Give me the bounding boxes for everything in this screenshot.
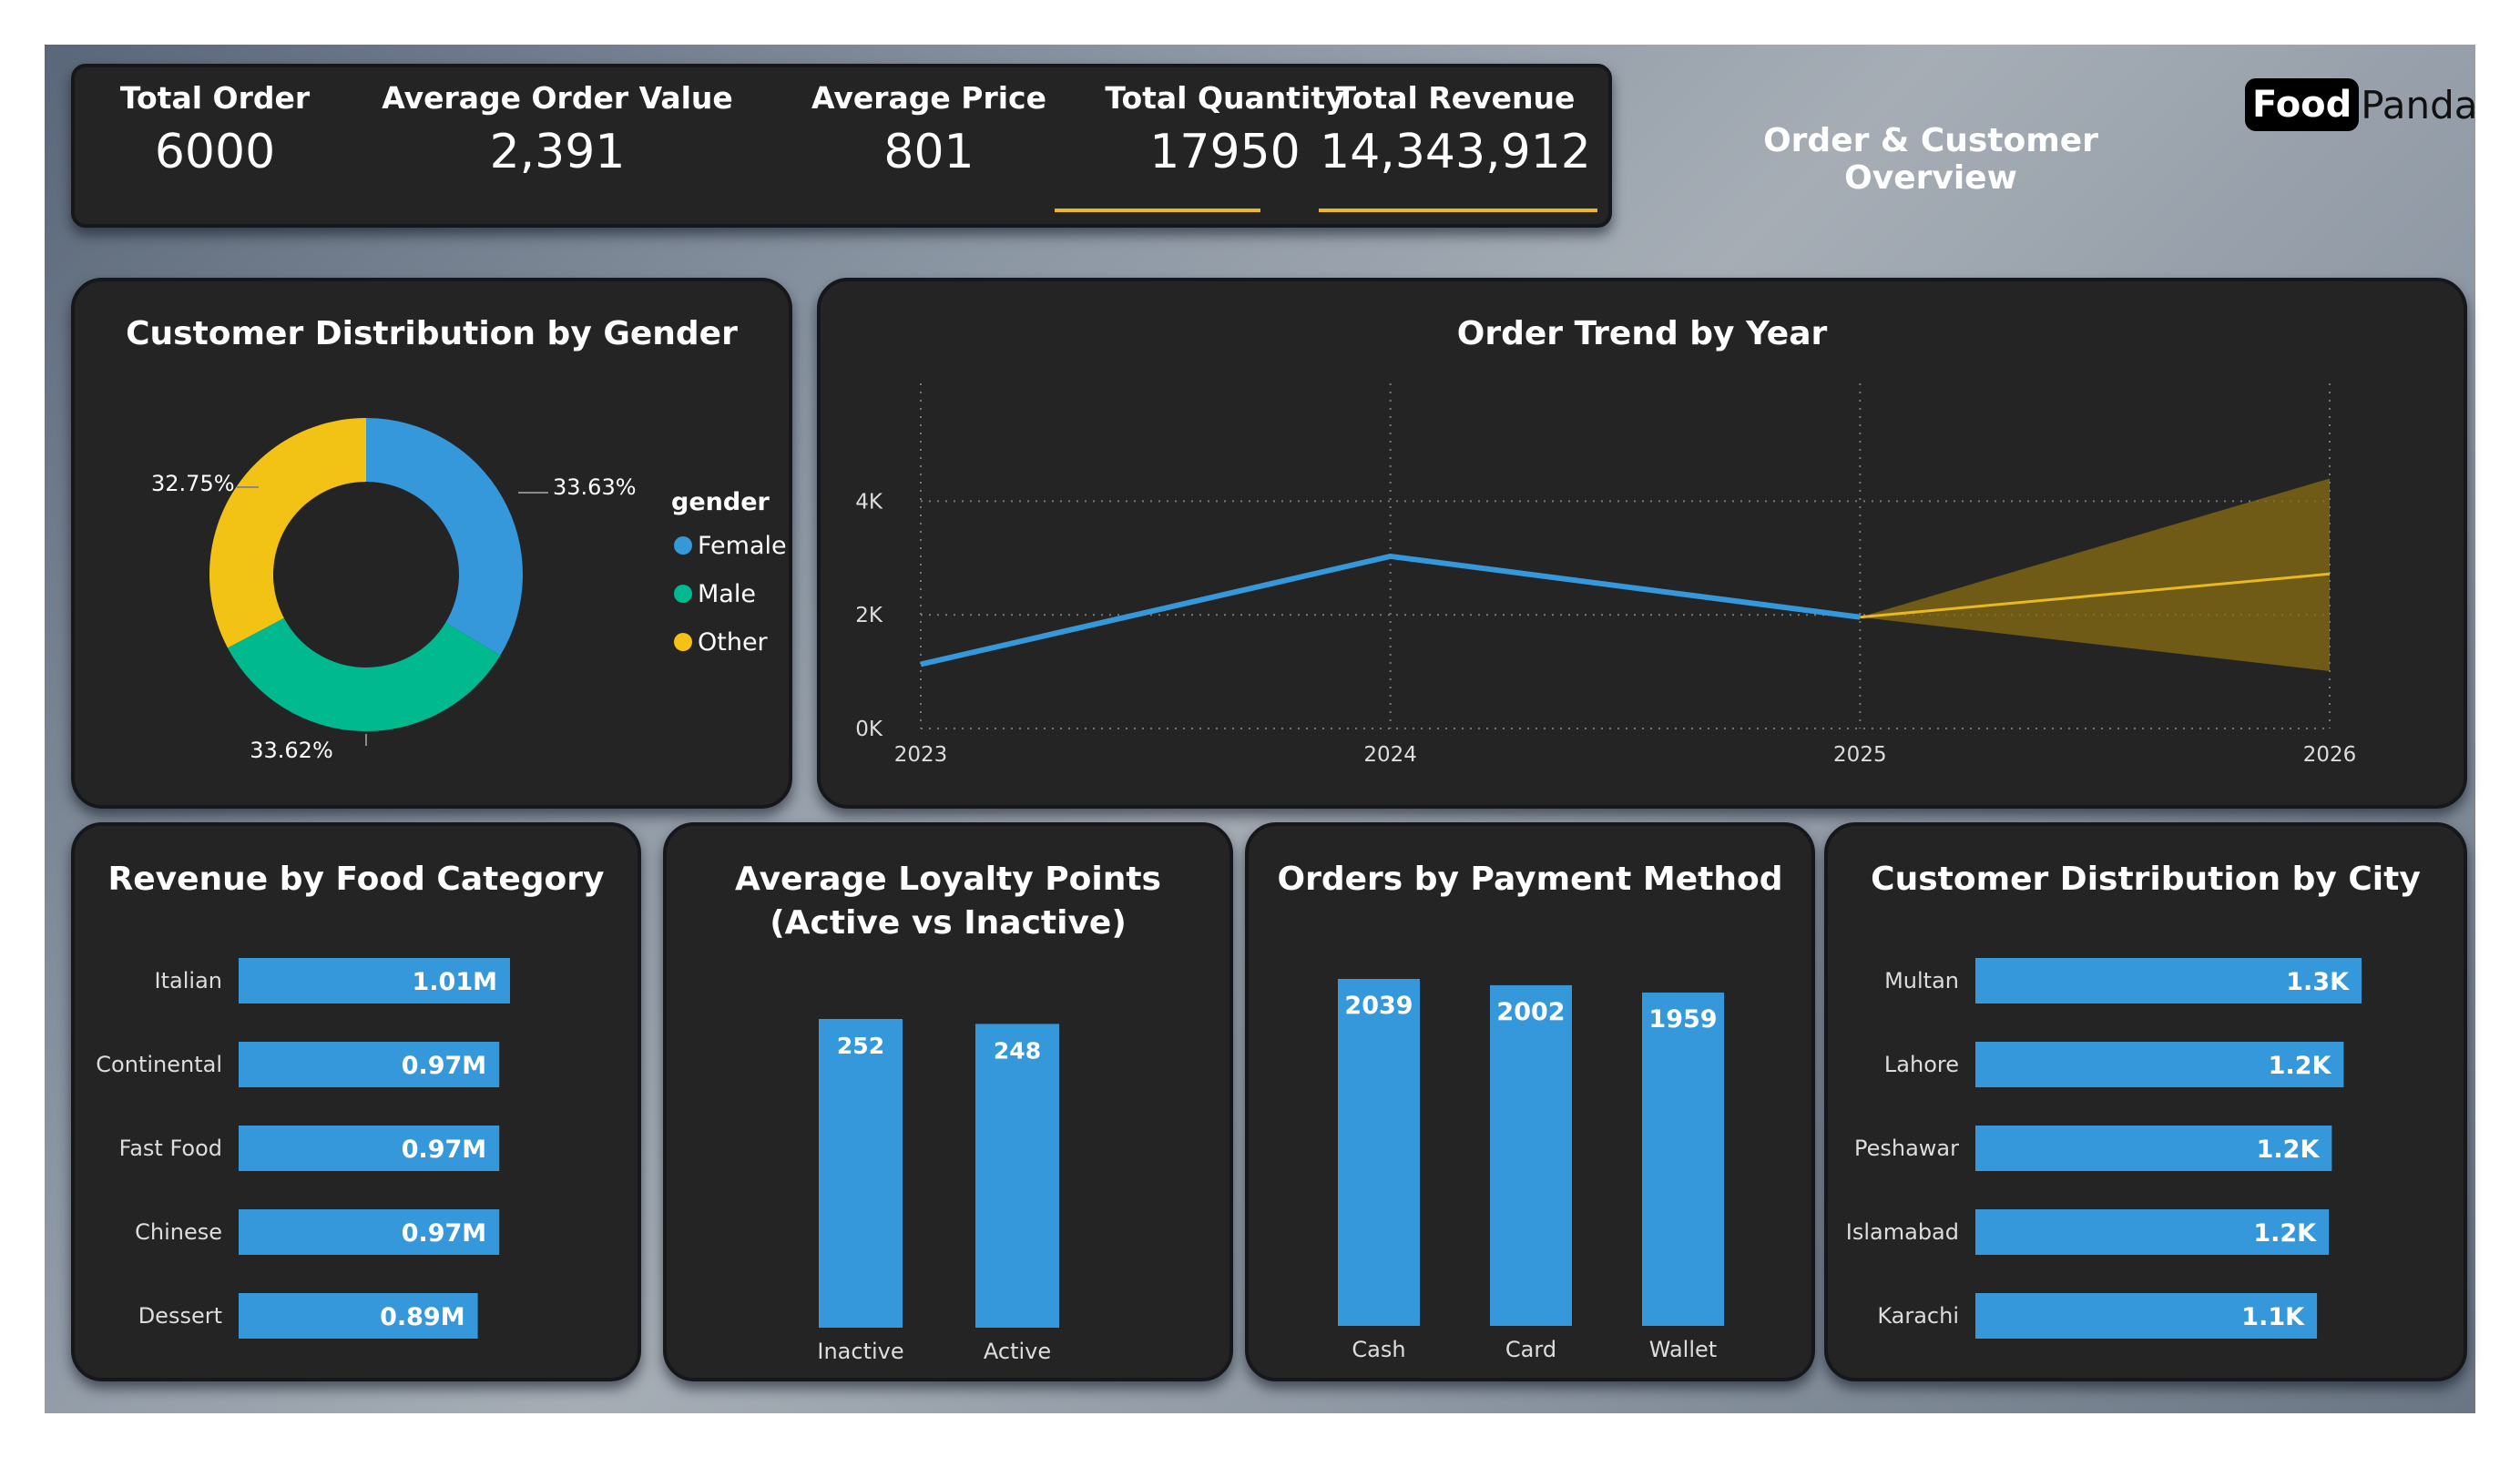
kpi-average-price[interactable]: Average Price 801 [783, 80, 1075, 179]
x-tick-label: 2024 [1363, 743, 1417, 767]
bar-data-label: 252 [837, 1033, 884, 1059]
bar-data-label: 248 [994, 1037, 1041, 1064]
legend-label: Male [698, 580, 756, 608]
kpi-value: 2,391 [489, 125, 626, 179]
kpi-value: 6000 [154, 125, 276, 179]
bar-data-label: 0.97M [402, 1219, 487, 1248]
category-label: Inactive [817, 1339, 903, 1364]
revenue-category-card: Revenue by Food Category Italian 1.01M Con… [71, 822, 641, 1381]
category-label: Lahore [1884, 1052, 1959, 1077]
legend-title: gender [671, 488, 770, 516]
y-tick-label: 0K [855, 718, 883, 741]
bar-card [1490, 984, 1572, 1326]
foodpanda-logo: Food Panda [2245, 73, 2478, 137]
bar-data-label: 2039 [1344, 992, 1413, 1020]
category-label: Continental [96, 1052, 222, 1077]
category-label: Islamabad [1846, 1219, 1959, 1245]
order-trend-chart: 0K 2K 4K 2023 2024 2025 2026 [855, 383, 2357, 767]
x-tick-label: 2023 [894, 743, 948, 767]
category-label: Active [984, 1339, 1051, 1364]
payment-method-card: Orders by Payment Method 2039 Cash 2002 Car… [1245, 822, 1815, 1381]
city-distribution-card: Customer Distribution by City Multan 1.3K… [1824, 822, 2467, 1381]
kpi-underline [1319, 209, 1597, 212]
bar-data-label: 0.97M [402, 1052, 487, 1080]
kpi-average-order-value[interactable]: Average Order Value 2,391 [366, 80, 749, 179]
gender-distribution-card: Customer Distribution by Gender 33.63% 33… [71, 278, 792, 809]
bar-inactive [819, 1019, 903, 1328]
payment-method-chart: 2039 Cash 2002 Card 1959 Wallet [1338, 979, 1724, 1362]
revenue-category-chart: Italian 1.01M Continental 0.97M Fast Food 0.9… [96, 958, 510, 1339]
bar-wallet [1642, 992, 1724, 1326]
category-label: Dessert [138, 1303, 222, 1329]
y-tick-label: 4K [855, 490, 883, 514]
kpi-label: Average Price [811, 80, 1046, 116]
order-trend-card: Order Trend by Year 0K 2K 4K 2023 2024 2025 20… [817, 278, 2467, 809]
bar-data-label: 1959 [1648, 1005, 1717, 1034]
slice-data-label: 32.75% [151, 471, 235, 496]
category-label: Chinese [135, 1219, 222, 1245]
loyalty-points-chart: 252 Inactive 248 Active [817, 1019, 1059, 1364]
bar-data-label: 1.01M [413, 968, 498, 996]
gender-donut-chart: 33.63% 33.62% 32.75% gender Female Male Other [151, 418, 787, 763]
y-tick-label: 2K [855, 604, 883, 627]
bar-data-label: 1.1K [2241, 1303, 2305, 1331]
logo-text-panda: Panda [2361, 82, 2478, 127]
donut-slice-female [366, 418, 523, 656]
x-tick-label: 2025 [1833, 743, 1887, 767]
forecast-band [1860, 478, 2330, 671]
category-label: Cash [1352, 1337, 1405, 1362]
donut-slice-male [227, 617, 501, 731]
category-label: Karachi [1877, 1303, 1959, 1329]
category-label: Peshawar [1854, 1136, 1959, 1161]
kpi-total-order[interactable]: Total Order 6000 [78, 80, 352, 179]
bar-data-label: 0.89M [380, 1303, 465, 1331]
category-label: Card [1505, 1337, 1556, 1362]
loyalty-points-card: Average Loyalty Points (Active vs Inacti… [663, 822, 1233, 1381]
bar-data-label: 2002 [1496, 998, 1565, 1026]
page-title: Order & Customer Overview [1763, 122, 2098, 197]
bar-data-label: 1.2K [2257, 1136, 2321, 1164]
logo-text-food: Food [2245, 78, 2360, 131]
category-label: Multan [1884, 968, 1959, 993]
donut-slice-other [209, 418, 366, 648]
bar-cash [1338, 979, 1420, 1326]
category-label: Italian [155, 968, 222, 993]
slice-data-label: 33.62% [250, 738, 333, 763]
bar-data-label: 1.2K [2269, 1052, 2332, 1080]
bar-data-label: 1.2K [2253, 1219, 2317, 1248]
kpi-total-revenue[interactable]: Total Revenue 14,343,912 [1310, 80, 1601, 179]
kpi-label: Total Revenue [1335, 80, 1576, 116]
legend-label: Other [698, 628, 769, 657]
x-tick-label: 2026 [2303, 743, 2357, 767]
kpi-value: 14,343,912 [1320, 125, 1591, 179]
kpi-underline [1055, 209, 1260, 212]
legend-marker [674, 536, 692, 555]
bar-data-label: 1.3K [2286, 968, 2350, 996]
kpi-value: 801 [883, 125, 974, 179]
bar-data-label: 0.97M [402, 1136, 487, 1164]
bar-active [975, 1024, 1059, 1328]
kpi-card: Total Order 6000 Average Order Value 2,3… [71, 64, 1612, 228]
slice-data-label: 33.63% [553, 474, 637, 500]
legend-marker [674, 585, 692, 603]
kpi-label: Average Order Value [382, 80, 733, 116]
legend-label: Female [698, 532, 787, 560]
category-label: Wallet [1649, 1337, 1717, 1362]
legend-marker [674, 633, 692, 651]
city-distribution-chart: Multan 1.3K Lahore 1.2K Peshawar 1.2K Islamaba… [1846, 958, 2362, 1339]
kpi-label: Total Order [119, 80, 311, 116]
category-label: Fast Food [119, 1136, 222, 1161]
